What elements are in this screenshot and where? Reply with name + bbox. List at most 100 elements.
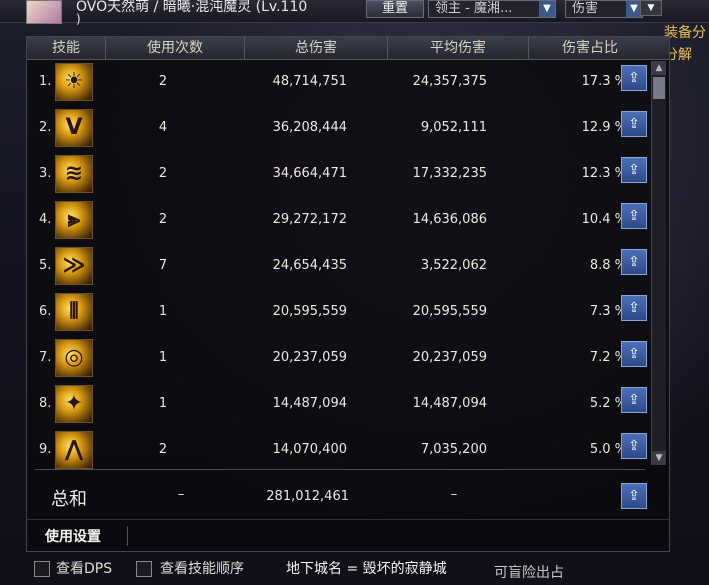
row-total-damage: 34,664,471 — [272, 166, 347, 181]
row-damage-share: 5.2 % — [589, 396, 627, 411]
skill-icon: ⫸ — [55, 201, 93, 239]
share-export-icon[interactable]: ⇪ — [621, 483, 647, 509]
boss-filter-select[interactable]: 领主 - 魔湘... ▼ — [428, 0, 556, 18]
row-average-damage: 9,052,111 — [420, 120, 487, 135]
row-rank: 4. — [39, 212, 52, 227]
row-average-damage: 17,332,235 — [412, 166, 487, 181]
row-rank: 2. — [39, 120, 52, 135]
row-uses: 2 — [158, 74, 168, 89]
row-rank: 5. — [39, 258, 52, 273]
share-export-icon[interactable]: ⇪ — [621, 341, 647, 367]
row-damage-share: 17.3 % — [581, 74, 627, 89]
view-dps-checkbox[interactable] — [34, 561, 50, 577]
table-row: 8. ✦ 1 14,487,094 14,487,094 5.2 % ⇪ — [27, 382, 652, 428]
share-export-icon[interactable]: ⇪ — [621, 433, 647, 459]
table-row: 1. ☀ 2 48,714,751 24,357,375 17.3 % ⇪ — [27, 60, 652, 106]
row-total-damage: 48,714,751 — [272, 74, 347, 89]
view-dps-label: 查看DPS — [56, 561, 113, 577]
table-row: 6. ⫴ 1 20,595,559 20,595,559 7.3 % ⇪ — [27, 290, 652, 336]
skill-icon: ⋀ — [55, 431, 93, 469]
row-average-damage: 7,035,200 — [420, 442, 487, 457]
row-uses: 7 — [158, 258, 168, 273]
row-uses: 2 — [158, 166, 168, 181]
row-uses: 2 — [158, 442, 168, 457]
dungeon-name: 地下城名 = 毁坏的寂静城 — [286, 561, 447, 577]
arrow-down-icon[interactable]: ▼ — [652, 451, 666, 465]
view-skill-order-checkbox[interactable] — [136, 561, 152, 577]
row-damage-share: 12.9 % — [581, 120, 627, 135]
character-name-continued: ) — [76, 12, 81, 26]
row-total-damage: 20,237,059 — [272, 350, 347, 365]
row-total-damage: 36,208,444 — [272, 120, 347, 135]
header-total-damage: 总伤害 — [245, 37, 388, 59]
totals-label: 总和 — [51, 489, 87, 510]
skill-icon: V — [55, 109, 93, 147]
table-row: 5. ≫ 7 24,654,435 3,522,062 8.8 % ⇪ — [27, 244, 652, 290]
reset-button[interactable]: 重置 — [366, 0, 424, 18]
skill-icon: ⫴ — [55, 293, 93, 331]
table-row: 4. ⫸ 2 29,272,172 14,636,086 10.4 % ⇪ — [27, 198, 652, 244]
totals-uses: – — [177, 487, 185, 502]
row-average-damage: 20,595,559 — [412, 304, 487, 319]
row-damage-share: 8.8 % — [589, 258, 627, 273]
row-damage-share: 7.2 % — [589, 350, 627, 365]
row-average-damage: 14,636,086 — [412, 212, 487, 227]
table-scrollbar[interactable]: ▲ ▼ — [651, 61, 666, 465]
table-header: 技能 使用次数 总伤害 平均伤害 伤害占比 — [27, 37, 669, 60]
row-rank: 9. — [39, 442, 52, 457]
character-avatar — [26, 0, 62, 24]
row-uses: 4 — [158, 120, 168, 135]
table-row: 3. ≋ 2 34,664,471 17,332,235 12.3 % ⇪ — [27, 152, 652, 198]
row-rank: 8. — [39, 396, 52, 411]
totals-average-damage: – — [450, 487, 458, 502]
row-average-damage: 20,237,059 — [412, 350, 487, 365]
scroll-thumb[interactable] — [653, 77, 665, 99]
share-export-icon[interactable]: ⇪ — [621, 295, 647, 321]
totals-total-damage: 281,012,461 — [266, 489, 349, 504]
skill-icon: ≫ — [55, 247, 93, 285]
table-row: 9. ⋀ 2 14,070,400 7,035,200 5.0 % ⇪ — [27, 428, 652, 474]
skill-icon: ✦ — [55, 385, 93, 423]
row-average-damage: 24,357,375 — [412, 74, 487, 89]
row-total-damage: 24,654,435 — [272, 258, 347, 273]
row-damage-share: 5.0 % — [589, 442, 627, 457]
arrow-up-icon[interactable]: ▲ — [652, 61, 666, 75]
view-skill-order-label: 查看技能顺序 — [160, 561, 244, 577]
row-damage-share: 10.4 % — [581, 212, 627, 227]
character-name: OVO天然萌 / 暗曦·混沌魔灵 (Lv.110 — [76, 0, 308, 15]
row-average-damage: 3,522,062 — [420, 258, 487, 273]
share-export-icon[interactable]: ⇪ — [621, 157, 647, 183]
share-export-icon[interactable]: ⇪ — [621, 65, 647, 91]
chevron-down-icon: ▼ — [539, 1, 555, 17]
row-total-damage: 29,272,172 — [272, 212, 347, 227]
row-damage-share: 12.3 % — [581, 166, 627, 181]
share-export-icon[interactable]: ⇪ — [621, 111, 647, 137]
share-export-icon[interactable]: ⇪ — [621, 203, 647, 229]
header-uses: 使用次数 — [106, 37, 245, 59]
table-row: 2. V 4 36,208,444 9,052,111 12.9 % ⇪ — [27, 106, 652, 152]
share-export-icon[interactable]: ⇪ — [621, 387, 647, 413]
damage-type-value: 伤害 — [572, 1, 599, 16]
skill-icon: ◎ — [55, 339, 93, 377]
share-export-icon[interactable]: ⇪ — [621, 249, 647, 275]
table-row: 7. ◎ 1 20,237,059 20,237,059 7.2 % ⇪ — [27, 336, 652, 382]
row-uses: 1 — [158, 396, 168, 411]
header-skill: 技能 — [27, 37, 106, 59]
row-rank: 6. — [39, 304, 52, 319]
row-total-damage: 20,595,559 — [272, 304, 347, 319]
damage-type-select[interactable]: 伤害 ▼ — [565, 0, 643, 18]
equipment-label: 装备分 — [664, 25, 706, 41]
skill-table-body: 1. ☀ 2 48,714,751 24,357,375 17.3 % ⇪ 2.… — [27, 60, 652, 486]
row-uses: 1 — [158, 350, 168, 365]
tab-usage-settings[interactable]: 使用设置 — [45, 526, 101, 546]
row-total-damage: 14,070,400 — [272, 442, 347, 457]
skill-icon: ≋ — [55, 155, 93, 193]
header-damage-share: 伤害占比 — [562, 40, 618, 56]
tab-divider — [127, 526, 128, 546]
row-uses: 1 — [158, 304, 168, 319]
top-bar: OVO天然萌 / 暗曦·混沌魔灵 (Lv.110 ) 重置 领主 - 魔湘...… — [0, 0, 709, 26]
row-rank: 1. — [39, 74, 52, 89]
menu-dropdown-icon[interactable]: ▼ — [640, 0, 662, 16]
boss-filter-value: 领主 - 魔湘... — [435, 1, 513, 16]
row-uses: 2 — [158, 212, 168, 227]
